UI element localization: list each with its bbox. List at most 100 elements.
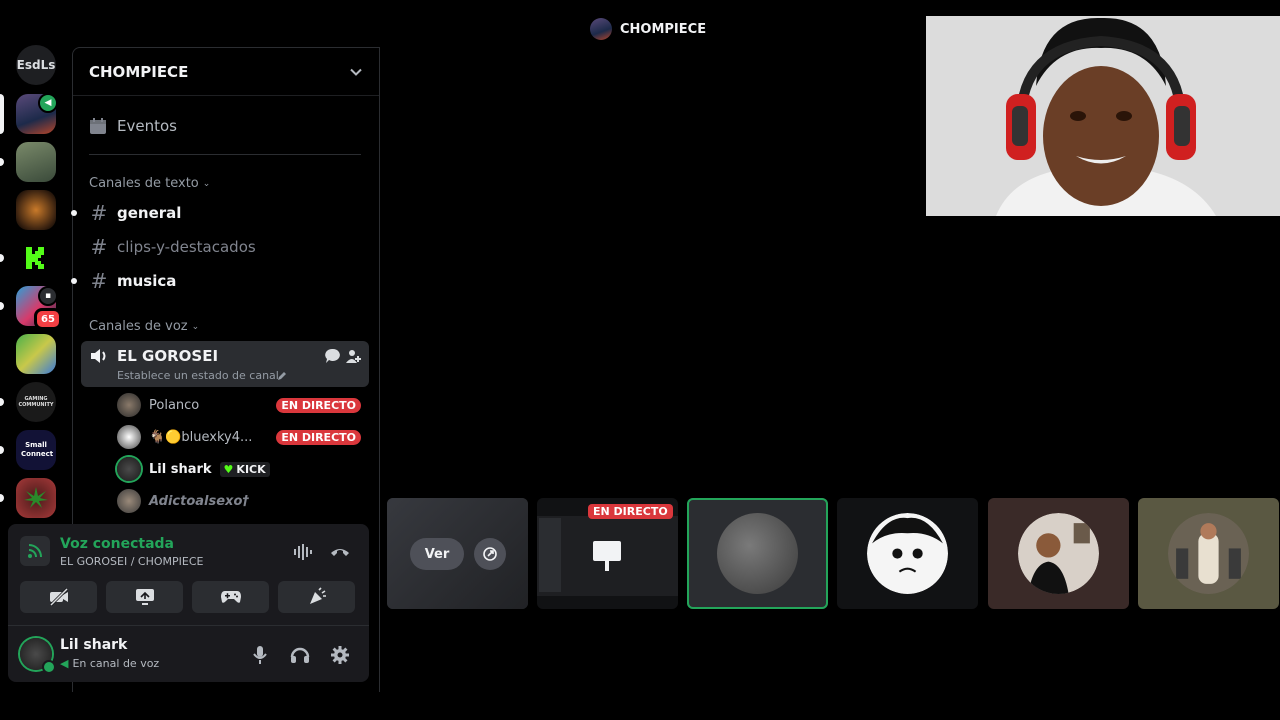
screen-share-button[interactable] (106, 581, 183, 613)
voice-status[interactable]: Voz conectada (60, 536, 174, 552)
monitor-stand (605, 561, 609, 571)
channel-status-hint[interactable]: Establece un estado de canal (117, 369, 279, 382)
pencil-icon (278, 372, 286, 380)
voice-user-lil-shark[interactable]: Lil shark ♥ KICK (117, 455, 361, 483)
heart-icon: ♥ (223, 462, 234, 476)
avatar (117, 489, 141, 513)
pop-out-button[interactable] (474, 538, 506, 570)
channel-general[interactable]: # general (89, 198, 182, 228)
participant-tile-selfie[interactable] (988, 498, 1129, 609)
voice-location[interactable]: EL GOROSEI / CHOMPIECE (60, 555, 204, 568)
events-label: Eventos (117, 117, 177, 135)
unread-dot (71, 278, 77, 284)
gear-icon (331, 646, 349, 664)
voice-user-adictoalsexo[interactable]: Adictoalsexo† (117, 487, 361, 515)
channel-clips-y-destacados[interactable]: # clips-y-destacados (89, 232, 256, 262)
avatar (117, 457, 141, 481)
participant-avatar (1018, 513, 1099, 594)
divider (89, 154, 361, 155)
hash-icon: # (90, 269, 108, 293)
activity-button[interactable] (192, 581, 269, 613)
voice-user-bluexky[interactable]: 🐐🟡bluexky4... EN DIRECTO (117, 423, 361, 451)
participant-avatar (717, 513, 798, 594)
kick-logo-icon (26, 247, 44, 269)
voice-user-name: Adictoalsexo† (149, 493, 249, 509)
participant-avatar (867, 513, 948, 594)
server-icon-small-connect[interactable]: Small Connect (16, 430, 56, 470)
events-item[interactable]: Eventos (89, 110, 177, 142)
chevron-down-icon (350, 68, 362, 76)
channel-label: clips-y-destacados (117, 238, 256, 256)
server-icon-gaming-community[interactable]: GAMING COMMUNITY (16, 382, 56, 422)
connection-info-button[interactable] (20, 536, 50, 566)
participant-tile-gym[interactable] (1138, 498, 1279, 609)
hash-icon: # (90, 201, 108, 225)
server-icon-kick[interactable] (16, 238, 56, 278)
camera-button[interactable] (20, 581, 97, 613)
user-status: En canal de voz (72, 657, 160, 670)
add-member-icon[interactable] (345, 348, 361, 364)
server-name: CHOMPIECE (89, 62, 189, 81)
stream-tile-live[interactable]: EN DIRECTO (537, 498, 678, 609)
chat-icon: ▪ (38, 286, 58, 306)
stream-screen (537, 516, 678, 596)
unread-pip (0, 398, 4, 406)
deafen-button[interactable] (284, 639, 316, 671)
voice-user-name: Lil shark (149, 461, 212, 477)
screen-share-icon (135, 589, 154, 605)
avatar (117, 393, 141, 417)
kick-tag: ♥ KICK (219, 461, 270, 477)
user-status-line: ◀ En canal de voz (60, 657, 159, 670)
server-header[interactable]: CHOMPIECE (73, 48, 379, 96)
user-name[interactable]: Lil shark (60, 637, 127, 653)
voice-category-label: Canales de voz (89, 319, 188, 334)
unread-pip (0, 158, 4, 166)
server-icon-2[interactable] (16, 142, 56, 182)
selected-server-indicator (0, 94, 4, 134)
hash-icon: # (90, 235, 108, 259)
live-badge: EN DIRECTO (588, 504, 673, 519)
watch-stream-button[interactable]: Ver (410, 538, 464, 570)
voice-connection-panel: Voz conectada EL GOROSEI / CHOMPIECE Lil… (8, 524, 369, 682)
unread-pip (0, 254, 4, 262)
soundboard-button[interactable] (278, 581, 355, 613)
camera-off-icon (49, 588, 68, 606)
call-title-text: CHOMPIECE (620, 21, 707, 37)
call-title: CHOMPIECE (590, 18, 706, 40)
text-category-header[interactable]: Canales de texto ⌄ (89, 176, 210, 191)
user-avatar[interactable] (20, 638, 56, 674)
stream-tile-preview[interactable]: Ver (387, 498, 528, 609)
server-icon-9[interactable] (16, 478, 56, 518)
unread-pip (0, 494, 4, 502)
voice-channel-name: EL GOROSEI (117, 347, 219, 365)
participant-tile-anime[interactable] (837, 498, 978, 609)
channel-musica[interactable]: # musica (89, 266, 177, 296)
chevron-down-icon: ⌄ (191, 321, 200, 332)
divider (8, 625, 369, 626)
server-icon-3[interactable] (16, 190, 56, 230)
unread-dot (71, 210, 77, 216)
pop-out-icon (483, 547, 497, 561)
live-badge: EN DIRECTO (276, 397, 361, 413)
voice-user-polanco[interactable]: Polanco EN DIRECTO (117, 391, 361, 419)
server-avatar (590, 18, 612, 40)
voice-user-name: Polanco (149, 397, 200, 413)
camera-preview[interactable] (926, 16, 1280, 216)
disconnect-icon[interactable] (330, 544, 350, 558)
gaming-community-label: GAMING COMMUNITY (18, 396, 54, 408)
mute-button[interactable] (244, 639, 276, 671)
server-icon-6[interactable] (16, 334, 56, 374)
participant-avatar (1168, 513, 1249, 594)
chat-bubble-icon[interactable] (325, 348, 341, 364)
voice-category-header[interactable]: Canales de voz ⌄ (89, 319, 199, 334)
stream-sidebar (539, 518, 561, 592)
unread-pip (0, 302, 4, 310)
voice-channel-el-gorosei[interactable]: EL GOROSEI Establece un estado de canal (81, 341, 369, 387)
participant-tile-lil-shark[interactable] (687, 498, 828, 609)
live-badge: EN DIRECTO (276, 429, 361, 445)
online-status-icon (42, 660, 56, 674)
settings-button[interactable] (324, 639, 356, 671)
home-button[interactable]: EsdLs (16, 45, 56, 85)
noise-suppression-icon[interactable] (293, 544, 313, 560)
home-label: EsdLs (16, 58, 56, 72)
